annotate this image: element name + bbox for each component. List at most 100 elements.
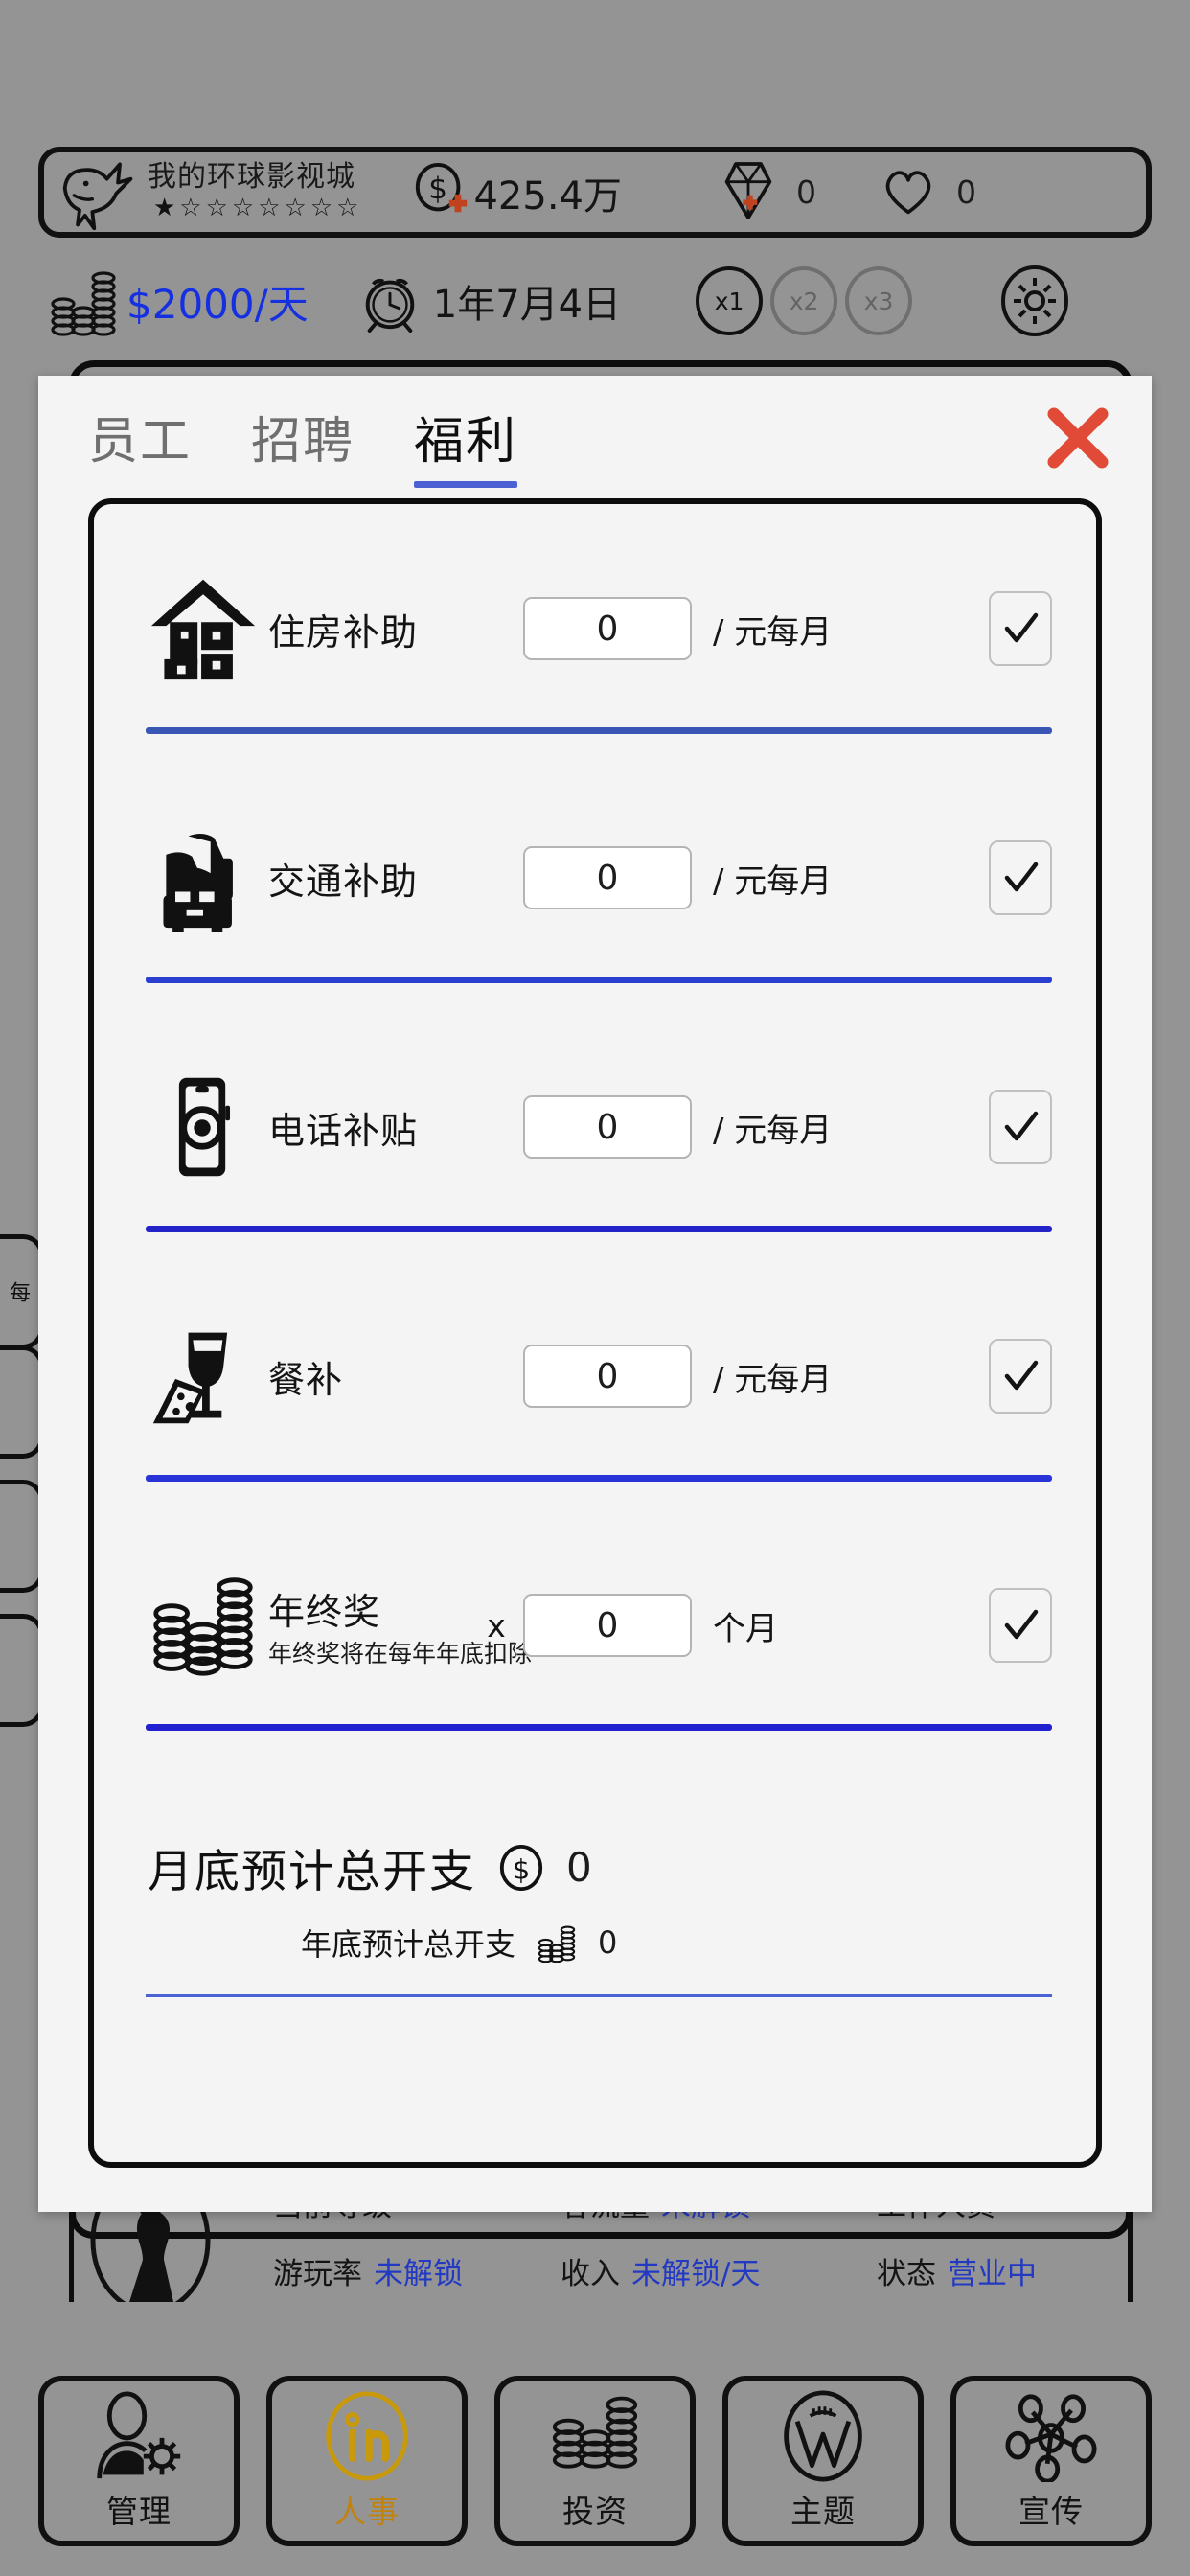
side-tab-label: 每 [2,1281,39,1302]
stat-value: 未解锁 [374,2249,463,2292]
benefit-multiplier: x [469,1607,523,1644]
dollar-coin-icon: $ [497,1844,545,1892]
coin-stacks-icon [146,1568,261,1683]
nav-button-hr[interactable]: 人事 [266,2376,468,2546]
tab-recruitment[interactable]: 招聘 [251,401,355,488]
linkedin-in-icon [321,2390,413,2482]
totals-separator [146,1994,1052,1997]
house-icon [146,571,261,686]
benefit-unit: / 元每月 [713,606,832,653]
benefit-checkbox[interactable] [989,840,1052,915]
benefits-panel: 住房补助 0 / 元每月 [88,498,1102,2168]
benefit-amount-input[interactable]: 0 [523,1594,692,1657]
benefit-checkbox[interactable] [989,591,1052,666]
yearly-total: 年底预计总开支 [301,1920,617,1965]
wine-meal-icon [146,1319,261,1434]
stat-label: 收入 [561,2249,620,2292]
nav-label: 主题 [790,2486,856,2532]
yearly-total-value: 0 [598,1924,617,1961]
coin-stacks-icon [48,265,119,336]
gear-icon[interactable] [998,264,1071,337]
benefit-separator [146,1475,1052,1482]
close-icon[interactable] [1046,406,1110,470]
benefit-unit: / 元每月 [713,1353,832,1400]
svg-text:$: $ [513,1852,530,1885]
benefit-checkbox[interactable] [989,1090,1052,1164]
whale-icon [54,151,146,234]
park-identity: 我的环球影视城 ★☆☆☆☆☆☆☆ [148,161,362,224]
nav-button-manage[interactable]: 管理 [38,2376,240,2546]
wordpress-w-icon [777,2390,869,2482]
benefit-checkbox[interactable] [989,1588,1052,1663]
stat-value: 营业中 [948,2249,1037,2292]
benefit-separator [146,1724,1052,1731]
benefit-checkbox[interactable] [989,1339,1052,1414]
person-gear-icon [88,2390,190,2482]
money-value: 425.4万 [473,165,622,220]
benefit-separator [146,1226,1052,1232]
dollar-coin-icon: $ [412,161,471,224]
benefit-row-phone: 电话补贴 0 / 元每月 [94,1002,1096,1252]
benefit-unit: / 元每月 [713,855,832,902]
game-date: 1年7月4日 [433,273,621,329]
park-name: 我的环球影视城 [148,161,362,193]
benefit-amount-input[interactable]: 0 [523,1095,692,1159]
gem-display[interactable]: 0 [721,158,816,227]
park-stats-row: 游玩率未解锁 收入未解锁/天 状态营业中 [273,2249,1128,2292]
benefit-label: 餐补 [268,1359,343,1401]
nav-button-invest[interactable]: 投资 [494,2376,696,2546]
benefit-row-housing: 住房补助 0 / 元每月 [94,504,1096,753]
top-info-capsule: 我的环球影视城 ★☆☆☆☆☆☆☆ $ 425.4万 [38,147,1152,238]
benefit-amount-input[interactable]: 0 [523,1345,692,1408]
coin-stacks-icon [537,1922,577,1963]
diamond-icon [721,158,775,227]
heart-display[interactable]: 0 [880,164,976,221]
nav-button-promote[interactable]: 宣传 [950,2376,1152,2546]
benefit-unit: 个月 [713,1602,778,1649]
benefit-amount-input[interactable]: 0 [523,597,692,660]
phone-icon [146,1070,261,1184]
speed-x2-button[interactable]: x2 [770,266,837,335]
benefit-row-meal: 餐补 0 / 元每月 [94,1252,1096,1501]
tab-benefits[interactable]: 福利 [414,401,517,488]
status-row: $2000/天 1年7月4日 x1 x2 x3 [38,257,1152,345]
daily-rate: $2000/天 [126,272,309,331]
benefit-label: 住房补助 [268,611,418,654]
stat-value: 未解锁/天 [631,2249,760,2292]
monthly-total: 月底预计总开支 $ 0 [148,1834,592,1900]
nav-label: 人事 [334,2486,400,2532]
benefit-label: 年终奖 [268,1591,380,1633]
benefit-label: 交通补助 [268,861,418,903]
alarm-clock-icon [358,269,422,333]
nav-label: 投资 [562,2486,628,2532]
coin-stacks-icon [544,2390,646,2482]
benefit-amount-input[interactable]: 0 [523,846,692,909]
stat-label: 状态 [877,2249,936,2292]
speed-x3-button[interactable]: x3 [845,266,912,335]
nav-label: 宣传 [1018,2486,1084,2532]
stat-label: 游玩率 [273,2249,362,2292]
benefit-label: 电话补贴 [268,1110,418,1152]
benefit-separator [146,977,1052,983]
star-rating: ★☆☆☆☆☆☆☆ [153,193,362,224]
benefit-unit: / 元每月 [713,1104,832,1151]
speed-x1-button[interactable]: x1 [696,266,763,335]
nav-button-theme[interactable]: 主题 [722,2376,924,2546]
cars-icon [146,820,261,935]
monthly-total-value: 0 [566,1844,592,1891]
nav-label: 管理 [106,2486,172,2532]
modal-header: 员工 招聘 福利 [38,376,1152,489]
speed-control-group: x1 x2 x3 [696,266,920,335]
benefit-separator [146,727,1052,734]
totals-section: 月底预计总开支 $ 0 年底预计总开支 [94,1750,1096,2028]
network-nodes-icon [1005,2390,1097,2482]
svg-text:$: $ [429,171,448,205]
heart-value: 0 [956,173,976,211]
money-display[interactable]: $ 425.4万 [412,161,622,224]
monthly-total-label: 月底预计总开支 [148,1834,476,1900]
tab-employees[interactable]: 员工 [88,401,192,488]
benefit-row-transport: 交通补助 0 / 元每月 [94,753,1096,1002]
benefit-row-yearend-bonus: 年终奖 年终奖将在每年年底扣除 x 0 个月 [94,1501,1096,1750]
bottom-navigation: 管理 人事 [38,2375,1152,2547]
staff-benefits-modal: 员工 招聘 福利 [38,376,1152,2212]
